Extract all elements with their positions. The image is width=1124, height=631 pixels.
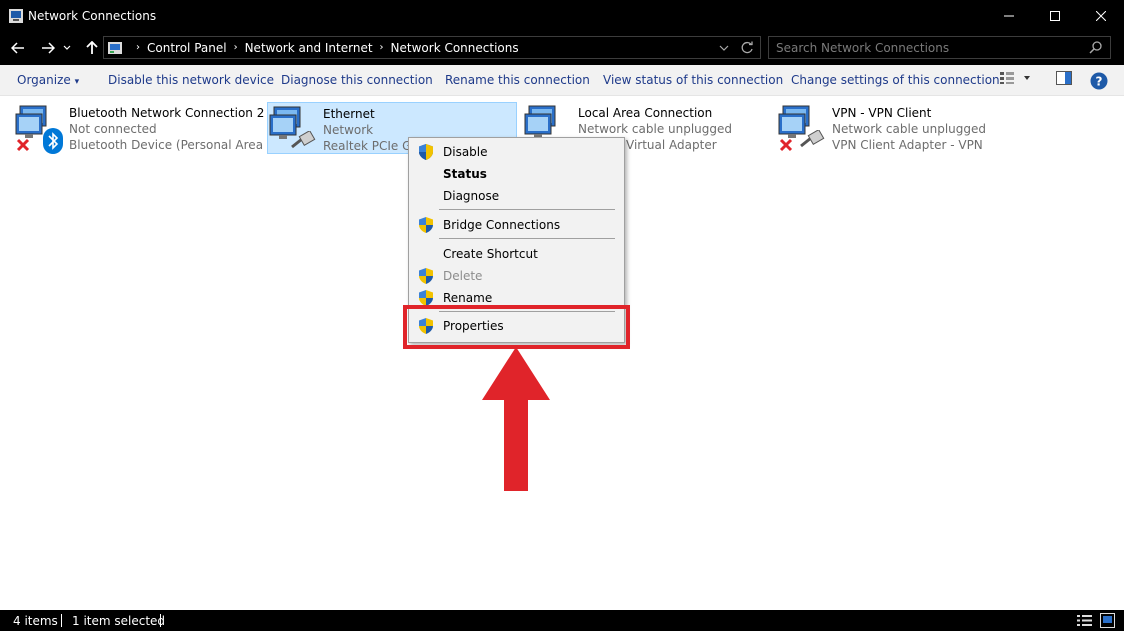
disconnected-x-icon bbox=[16, 138, 30, 152]
status-item-count: 4 items bbox=[13, 614, 58, 628]
menu-label: Diagnose bbox=[443, 189, 500, 203]
ethernet-cable-icon bbox=[800, 130, 825, 148]
connection-device: VPN Client Adapter - VPN bbox=[832, 138, 983, 152]
status-separator bbox=[61, 614, 62, 627]
change-settings-button[interactable]: Change settings of this connection bbox=[791, 73, 1000, 87]
maximize-icon bbox=[1050, 10, 1060, 21]
menu-label: Create Shortcut bbox=[443, 247, 538, 261]
connection-name: Local Area Connection bbox=[578, 106, 713, 120]
minimize-icon bbox=[1004, 15, 1014, 16]
close-icon bbox=[1096, 10, 1106, 21]
search-icon bbox=[1089, 41, 1102, 54]
connection-status: Network cable unplugged bbox=[832, 122, 987, 136]
breadcrumb-separator: › bbox=[379, 42, 384, 53]
connection-name: VPN - VPN Client bbox=[832, 106, 932, 120]
view-options-button[interactable] bbox=[999, 71, 1031, 85]
breadcrumb-network-and-internet[interactable]: Network and Internet bbox=[245, 41, 373, 55]
forward-button[interactable] bbox=[36, 36, 60, 60]
menu-label: Bridge Connections bbox=[443, 218, 561, 232]
uac-shield-icon bbox=[419, 268, 433, 284]
window-title: Network Connections bbox=[28, 8, 157, 23]
menu-item-bridge[interactable]: Bridge Connections bbox=[411, 214, 622, 236]
preview-pane-icon bbox=[1056, 71, 1072, 85]
breadcrumb-network-connections[interactable]: Network Connections bbox=[391, 41, 519, 55]
menu-label: Rename bbox=[443, 291, 493, 305]
organize-label: Organize bbox=[17, 73, 71, 87]
uac-shield-icon bbox=[419, 217, 433, 233]
connection-status: Not connected bbox=[69, 122, 157, 136]
status-bar: 4 items 1 item selected bbox=[0, 610, 1124, 631]
view-options-icon bbox=[1000, 72, 1014, 84]
minimize-button[interactable] bbox=[986, 0, 1032, 31]
menu-label: Delete bbox=[443, 269, 483, 283]
red-up-arrow-icon bbox=[482, 347, 550, 491]
connection-item-vpn[interactable]: VPN - VPN Client Network cable unplugged… bbox=[777, 102, 1022, 154]
breadcrumb-control-panel[interactable]: Control Panel bbox=[147, 41, 227, 55]
rename-connection-button[interactable]: Rename this connection bbox=[445, 73, 590, 87]
up-button[interactable] bbox=[80, 36, 104, 60]
diagnose-connection-button[interactable]: Diagnose this connection bbox=[281, 73, 433, 87]
connection-status: Network cable unplugged bbox=[578, 122, 733, 136]
disconnected-x-icon bbox=[779, 138, 793, 152]
connection-item-bluetooth[interactable]: Bluetooth Network Connection 2 Not conne… bbox=[14, 102, 278, 154]
status-separator bbox=[160, 614, 161, 627]
disable-device-button[interactable]: Disable this network device bbox=[108, 73, 274, 87]
connection-name: Ethernet bbox=[323, 107, 375, 121]
large-icons-view-icon[interactable] bbox=[1100, 613, 1115, 628]
address-box[interactable]: › Control Panel › Network and Internet ›… bbox=[103, 36, 761, 59]
ethernet-cable-icon bbox=[291, 131, 316, 149]
connection-name: Bluetooth Network Connection 2 bbox=[69, 106, 265, 120]
recent-locations-button[interactable] bbox=[60, 36, 74, 60]
back-button[interactable] bbox=[6, 36, 30, 60]
menu-separator bbox=[439, 209, 615, 210]
forward-arrow-icon bbox=[42, 42, 55, 54]
refresh-icon[interactable] bbox=[741, 41, 754, 54]
organize-button[interactable]: Organize ▾ bbox=[17, 73, 79, 87]
uac-shield-icon bbox=[419, 290, 433, 306]
close-button[interactable] bbox=[1078, 0, 1124, 31]
address-bar: › Control Panel › Network and Internet ›… bbox=[0, 31, 1124, 65]
back-arrow-icon bbox=[11, 42, 24, 54]
chevron-down-icon bbox=[1024, 76, 1030, 80]
search-placeholder: Search Network Connections bbox=[776, 40, 950, 55]
maximize-button[interactable] bbox=[1032, 0, 1078, 31]
breadcrumb-separator: › bbox=[233, 42, 238, 53]
svg-text:?: ? bbox=[1096, 75, 1103, 89]
help-button[interactable]: ? bbox=[1090, 72, 1108, 90]
up-arrow-icon bbox=[86, 41, 98, 54]
title-bar: Network Connections bbox=[0, 0, 1124, 31]
help-icon: ? bbox=[1090, 72, 1108, 90]
caret-down-icon: ▾ bbox=[74, 77, 80, 87]
connection-device: Bluetooth Device (Personal Area ... bbox=[69, 138, 279, 152]
address-dropdown-icon[interactable] bbox=[719, 44, 729, 52]
menu-separator bbox=[439, 238, 615, 239]
menu-item-diagnose[interactable]: Diagnose bbox=[411, 185, 622, 207]
search-input[interactable]: Search Network Connections bbox=[768, 36, 1111, 59]
menu-label: Disable bbox=[443, 145, 488, 159]
connection-status: Network bbox=[323, 123, 374, 137]
connection-device: Realtek PCIe Gb bbox=[323, 139, 419, 153]
preview-pane-button[interactable] bbox=[1056, 71, 1072, 85]
view-status-button[interactable]: View status of this connection bbox=[603, 73, 783, 87]
menu-label: Status bbox=[443, 167, 487, 181]
network-connections-app-icon bbox=[9, 8, 23, 23]
chevron-down-icon bbox=[63, 45, 71, 50]
command-bar: Organize ▾ Disable this network device D… bbox=[0, 65, 1124, 96]
menu-item-disable[interactable]: Disable bbox=[411, 141, 622, 163]
properties-highlight-box bbox=[403, 305, 630, 349]
bluetooth-icon bbox=[43, 128, 63, 154]
status-selected-count: 1 item selected bbox=[72, 614, 166, 628]
uac-shield-icon bbox=[419, 144, 433, 160]
menu-item-create-shortcut[interactable]: Create Shortcut bbox=[411, 243, 622, 265]
menu-item-status[interactable]: Status bbox=[411, 163, 622, 185]
details-view-icon[interactable] bbox=[1077, 614, 1092, 627]
breadcrumb-separator: › bbox=[136, 42, 140, 53]
menu-item-delete: Delete bbox=[411, 265, 622, 287]
control-panel-icon bbox=[108, 41, 122, 54]
